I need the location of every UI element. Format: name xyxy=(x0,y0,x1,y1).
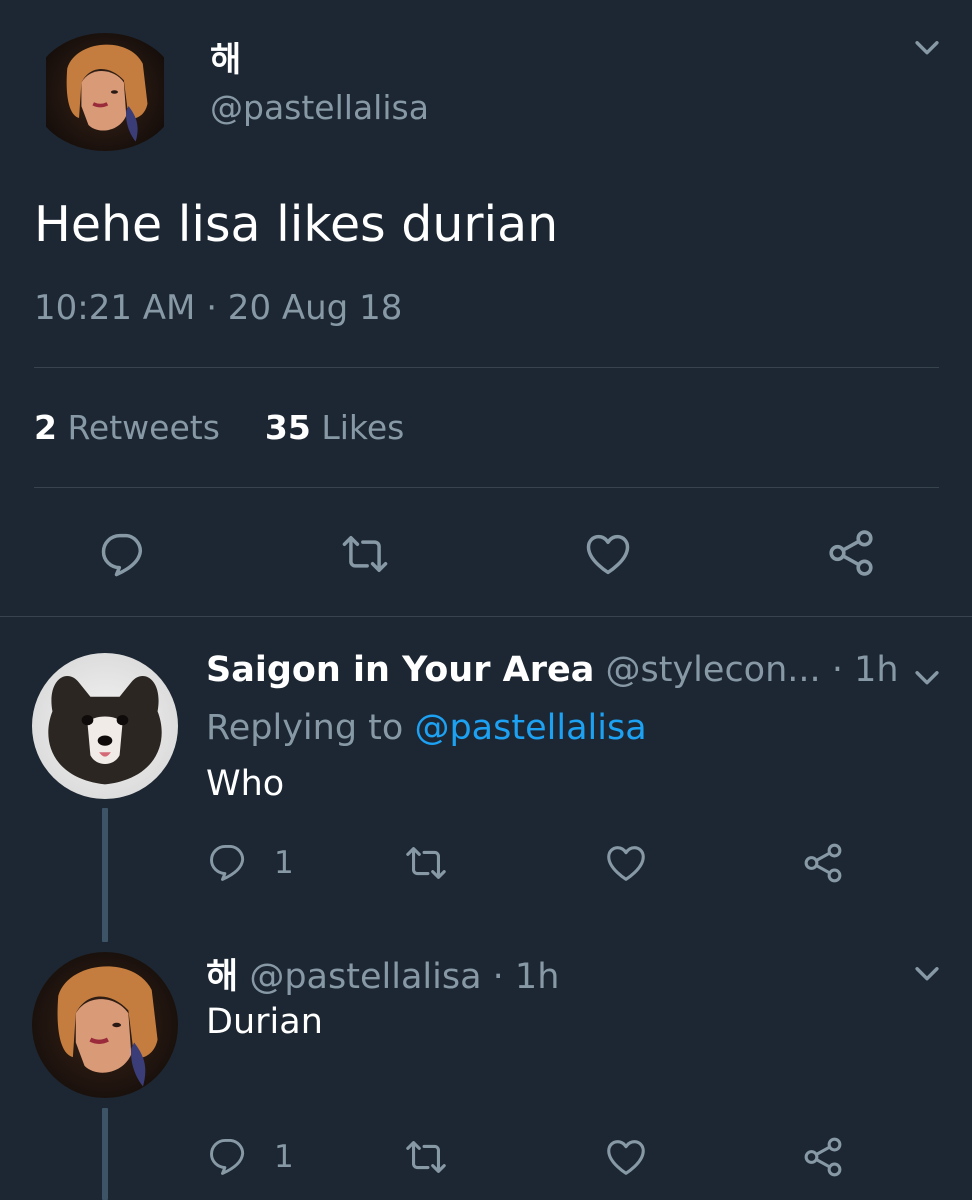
reply-1-display-name[interactable]: Saigon in Your Area xyxy=(206,650,594,690)
reply-icon[interactable] xyxy=(97,528,149,580)
heart-icon[interactable] xyxy=(603,1134,649,1180)
main-tweet-avatar[interactable] xyxy=(32,33,178,151)
reply-icon[interactable] xyxy=(206,1134,250,1178)
reply-2-display-name[interactable]: 해 xyxy=(206,957,238,997)
main-tweet-handle[interactable]: @pastellalisa xyxy=(210,88,429,127)
share-icon[interactable] xyxy=(824,526,878,580)
reply-1-text: Who xyxy=(206,764,285,804)
retweets-stat[interactable]: 2 Retweets xyxy=(34,408,230,447)
reply-2-header: 해 @pastellalisa · 1h xyxy=(206,948,559,999)
retweet-icon[interactable] xyxy=(400,1134,452,1180)
reply-2-text: Durian xyxy=(206,1002,323,1042)
heart-icon[interactable] xyxy=(581,528,635,580)
main-tweet-timestamp[interactable]: 10:21 AM · 20 Aug 18 xyxy=(34,288,402,328)
reply-2-reply-count: 1 xyxy=(274,1139,294,1175)
replying-to-prefix: Replying to xyxy=(206,708,404,748)
reply-1-replying-to: Replying to @pastellalisa xyxy=(206,708,647,748)
reply-1-menu-chevron-down-icon[interactable] xyxy=(908,660,946,694)
reply-2-menu-chevron-down-icon[interactable] xyxy=(908,956,946,990)
share-icon[interactable] xyxy=(800,1134,846,1180)
reply-icon[interactable] xyxy=(206,840,250,884)
retweets-count: 2 xyxy=(34,408,57,447)
divider xyxy=(34,367,939,368)
engagement-stats: 2 Retweets 35 Likes xyxy=(34,408,404,447)
main-tweet-text: Hehe lisa likes durian xyxy=(34,196,559,253)
share-icon[interactable] xyxy=(800,840,846,886)
reply-2-time: · 1h xyxy=(492,957,560,997)
reply-1-header: Saigon in Your Area @stylecon... · 1h xyxy=(206,650,899,690)
reply-1-avatar[interactable] xyxy=(32,653,178,799)
retweet-icon[interactable] xyxy=(400,840,452,886)
thread-connector-line xyxy=(102,808,108,942)
reply-1-reply-count: 1 xyxy=(274,845,294,881)
thread-connector-line xyxy=(102,1108,108,1200)
main-tweet-menu-chevron-down-icon[interactable] xyxy=(908,30,946,64)
replying-to-handle-link[interactable]: @pastellalisa xyxy=(414,708,646,748)
heart-icon[interactable] xyxy=(603,840,649,886)
reply-2-avatar[interactable] xyxy=(32,952,178,1098)
likes-label: Likes xyxy=(321,408,405,447)
likes-stat[interactable]: 35 Likes xyxy=(265,408,404,447)
section-divider xyxy=(0,616,972,617)
divider xyxy=(34,487,939,488)
main-tweet-display-name[interactable]: 해 xyxy=(210,32,241,81)
reply-2-handle[interactable]: @pastellalisa xyxy=(249,957,481,997)
reply-1-time: · 1h xyxy=(831,650,899,690)
reply-1-handle[interactable]: @stylecon... xyxy=(606,650,821,690)
likes-count: 35 xyxy=(264,408,311,447)
retweets-label: Retweets xyxy=(67,408,220,447)
retweet-icon[interactable] xyxy=(336,528,394,580)
